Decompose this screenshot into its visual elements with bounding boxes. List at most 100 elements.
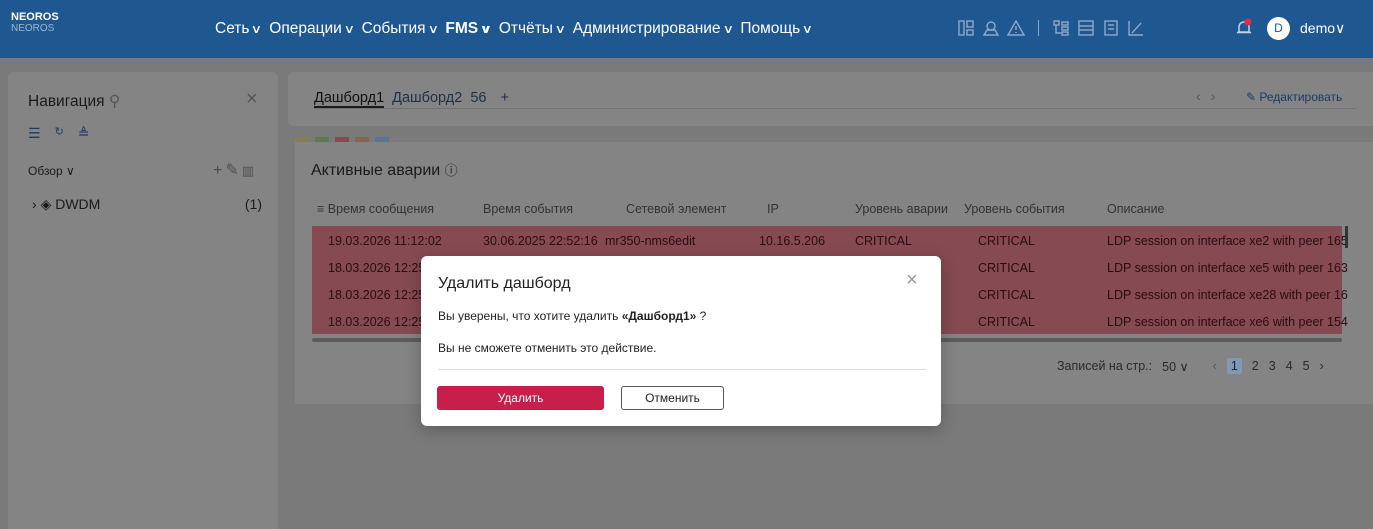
column-header[interactable]: ≡ Время сообщения [317,202,434,216]
tabs-divider [314,108,1356,109]
notification-bell-icon[interactable] [1234,18,1254,38]
add-tab-button[interactable]: + [500,90,508,108]
delete-button[interactable]: Удалить [437,386,604,410]
menu-item-administration[interactable]: Администрирование ∨ [573,20,734,38]
menu-label: FMS [445,20,479,37]
layers-icon: ◈ [40,196,56,212]
brand-name: NEOROS [11,11,59,23]
column-header[interactable]: Описание [1107,202,1165,216]
table-cell: 18.03.2026 12:25 [328,261,426,275]
vertical-scrollbar[interactable] [1345,226,1348,248]
dialog-message-suffix: ? [696,309,707,323]
delete-icon[interactable]: ▥ [242,163,257,178]
page-button[interactable]: 3 [1269,359,1276,373]
chart-icon[interactable] [1127,19,1145,37]
chevron-down-icon: ∨ [479,22,493,36]
document-icon[interactable] [1102,19,1120,37]
per-page-value: 50 [1162,359,1177,374]
chevron-left-icon[interactable]: ‹ [1213,359,1217,373]
collapse-icon[interactable]: ≜ [78,125,90,142]
column-header[interactable]: Сетевой элемент [626,202,727,216]
menu-item-operations[interactable]: Операции ∨ [269,20,355,38]
page-button[interactable]: 5 [1303,359,1310,373]
per-page-label: Записей на стр.: [1057,359,1153,373]
brand-logo[interactable]: NEOROS NEOROS [11,11,59,35]
chevron-down-icon: ∨ [1335,20,1346,36]
menu-item-events[interactable]: События ∨ [361,20,439,38]
menu-item-reports[interactable]: Отчёты ∨ [498,20,567,38]
navigation-title-text: Навигация [28,93,105,110]
menu-label: Помощь [740,20,801,37]
table-cell: 18.03.2026 12:25 [328,288,426,302]
tab-dashboard2[interactable]: Дашборд2 [392,90,462,108]
menu-item-network[interactable]: Сеть ∨ [215,20,263,38]
page-button[interactable]: 4 [1286,359,1293,373]
edit-button-label: Редактировать [1259,90,1343,104]
table-cell: CRITICAL [978,234,1035,248]
list-icon[interactable] [1077,19,1095,37]
tab-scroll-arrows: ‹› [1196,88,1225,104]
cancel-button[interactable]: Отменить [621,386,724,410]
column-header[interactable]: Время события [483,202,573,216]
per-page-select[interactable]: 50 ∨ [1162,359,1189,374]
edit-icon[interactable]: ✎ [225,162,241,179]
table-cell: LDP session on interface xe6 with peer 1… [1107,315,1348,329]
table-cell: CRITICAL [978,315,1035,329]
tab-56[interactable]: 56 [470,90,486,108]
menu-label: Отчёты [498,20,553,37]
view-selector[interactable]: Обзор ∨ [28,164,75,178]
menu-item-help[interactable]: Помощь ∨ [740,20,814,38]
dialog-title: Удалить дашборд [438,275,571,292]
page-button[interactable]: 1 [1226,358,1242,374]
dashboard-tabs: Дашборд1 Дашборд2 56 + [314,90,509,108]
edit-button[interactable]: ✎ Редактировать [1246,90,1342,104]
menu-item-fms[interactable]: FMS ∨ [445,20,493,38]
table-cell: CRITICAL [978,288,1035,302]
help-icon[interactable]: ⓘ [445,163,458,178]
add-icon[interactable]: + [213,162,225,179]
menu-label: Сеть [215,20,250,37]
main-menu: Сеть ∨ Операции ∨ События ∨ FMS ∨ Отчёты ∨ Ад… [215,0,820,58]
toolbar-divider [1038,20,1039,36]
search-icon[interactable]: ⚲ [109,93,120,110]
dashboard-tabs-bar: Дашборд1 Дашборд2 56 + ‹› ✎ Редактироват… [288,72,1373,126]
filter-icon[interactable]: ≡ [317,202,328,216]
hierarchy-icon[interactable] [1052,19,1070,37]
chevron-down-icon: ∨ [427,22,439,36]
table-row[interactable]: 19.03.2026 11:12:02 30.06.2025 22:52:16 … [312,226,1348,253]
chevron-down-icon: ∨ [554,22,567,36]
list-view-icon[interactable]: ☰ [28,125,41,142]
user-menu[interactable]: demo∨ [1300,20,1345,37]
table-cell: 18.03.2026 12:25 [328,315,426,329]
chevron-down-icon: ∨ [801,22,814,36]
tree-item-dwdm[interactable]: › ◈ DWDM (1) [32,196,262,213]
delete-dashboard-dialog: Удалить дашборд × Вы уверены, что хотите… [421,256,941,426]
dialog-message-prefix: Вы уверены, что хотите удалить [438,309,622,323]
close-icon[interactable]: × [906,269,918,292]
chevron-left-icon[interactable]: ‹ [1196,88,1211,104]
page-button[interactable]: 2 [1252,359,1259,373]
chevron-right-icon[interactable]: › [1320,359,1324,373]
chevron-right-icon[interactable]: › [1211,88,1226,104]
menu-label: События [361,20,426,37]
table-cell: LDP session on interface xe5 with peer 1… [1107,261,1348,275]
chevron-down-icon: ∨ [1179,359,1189,374]
widget-title-text: Активные аварии [311,162,441,179]
chevron-right-icon[interactable]: › [32,196,41,213]
tab-dashboard1[interactable]: Дашборд1 [314,90,385,108]
pencil-icon: ✎ [1246,90,1260,104]
table-cell: 10.16.5.206 [759,234,826,248]
column-header[interactable]: Уровень аварии [855,202,948,216]
navigation-toolbar: ☰ ↻ ≜ [28,125,90,142]
tree-item-label: DWDM [55,196,101,212]
table-cell: 30.06.2025 22:52:16 [483,234,598,248]
avatar[interactable]: D [1267,17,1290,40]
refresh-icon[interactable]: ↻ [55,125,64,142]
topology-icon[interactable] [957,19,975,37]
column-header[interactable]: IP [767,202,779,216]
close-icon[interactable]: × [246,88,258,111]
map-icon[interactable] [982,19,1000,37]
warning-icon[interactable] [1007,19,1025,37]
menu-label: Операции [269,20,342,37]
column-header[interactable]: Уровень события [964,202,1065,216]
